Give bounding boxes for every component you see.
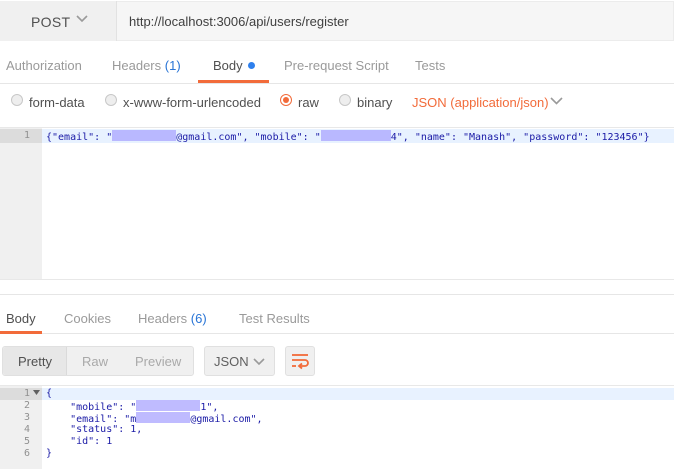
line-number: 1 (23, 130, 30, 141)
response-view-toolbar: Pretty Raw Preview JSON (0, 340, 674, 380)
code-segment: @gmail.com", "mobile": " (176, 132, 321, 143)
radio-binary-label: binary (357, 95, 393, 110)
content-type-dropdown[interactable]: JSON (application/json) (412, 95, 549, 110)
line-number: 1 (23, 388, 30, 399)
tab-response-headers-label: Headers (138, 311, 188, 326)
tab-headers[interactable]: Headers (1) (112, 58, 181, 73)
code-segment: {"email": " (46, 132, 113, 143)
wrap-lines-button[interactable] (285, 346, 315, 376)
redacted-block (136, 412, 191, 423)
view-raw-button[interactable]: Raw (82, 354, 108, 369)
request-body-line: {"email": " @gmail.com", "mobile": " 4", "… (46, 130, 650, 143)
radio-form-data-label: form-data (29, 95, 85, 110)
active-tab-indicator (198, 80, 269, 83)
url-text: http://localhost:3006/api/users/register (129, 14, 349, 29)
radio-raw-label: raw (298, 95, 319, 110)
tab-tests[interactable]: Tests (415, 58, 445, 73)
response-format-dropdown[interactable]: JSON (204, 346, 275, 376)
radio-binary[interactable] (339, 94, 351, 106)
method-dropdown[interactable]: POST (0, 1, 117, 41)
response-line: } (46, 448, 53, 459)
tab-headers-count: (1) (164, 58, 181, 73)
radio-urlencoded-label: x-www-form-urlencoded (123, 95, 261, 110)
response-line: "id": 1 (46, 436, 113, 447)
tab-response-body[interactable]: Body (6, 311, 36, 326)
line-gutter (0, 128, 42, 279)
fold-arrow-icon[interactable] (33, 390, 40, 396)
line-number: 6 (23, 448, 30, 459)
tab-body-label: Body (213, 58, 243, 73)
url-input[interactable]: http://localhost:3006/api/users/register (117, 1, 674, 41)
tab-cookies[interactable]: Cookies (64, 311, 111, 326)
view-mode-segmented-control: Pretty Raw Preview (2, 346, 194, 376)
radio-urlencoded[interactable] (105, 94, 117, 106)
view-pretty-button[interactable]: Pretty (18, 354, 52, 369)
active-line-highlight (42, 388, 674, 400)
line-number: 2 (23, 400, 30, 411)
redacted-block (136, 400, 201, 411)
response-body-viewer[interactable]: 1 2 3 4 5 6 { "mobile": " 1", "email": "m… (0, 385, 674, 469)
request-body-editor[interactable]: 1 {"email": " @gmail.com", "mobile": " 4",… (0, 127, 674, 280)
tab-response-headers-count: (6) (190, 311, 207, 326)
line-number: 5 (23, 436, 30, 447)
tab-authorization[interactable]: Authorization (6, 58, 82, 73)
tab-response-headers[interactable]: Headers (6) (138, 311, 207, 326)
view-preview-button[interactable]: Preview (135, 354, 181, 369)
code-segment: 4", "name": "Manash", "password": "12345… (390, 132, 650, 143)
tab-headers-label: Headers (112, 58, 162, 73)
tab-pre-request-script[interactable]: Pre-request Script (284, 58, 389, 73)
response-tabs: Body Cookies Headers (6) Test Results (0, 294, 674, 334)
request-tabs: Authorization Headers (1) Body Pre-reque… (0, 48, 674, 84)
chevron-down-icon (253, 358, 265, 366)
wrap-lines-icon (292, 354, 309, 370)
response-line: "status": 1, (46, 424, 143, 435)
body-type-selector: form-data x-www-form-urlencoded raw bina… (0, 85, 674, 121)
tab-body[interactable]: Body (213, 58, 255, 73)
redacted-block (112, 130, 177, 141)
response-format-label: JSON (214, 354, 249, 369)
request-url-bar: POST http://localhost:3006/api/users/reg… (0, 0, 674, 42)
tab-test-results[interactable]: Test Results (239, 311, 310, 326)
response-line: { (46, 388, 53, 399)
active-tab-indicator (0, 331, 42, 334)
chevron-down-icon[interactable] (550, 96, 563, 106)
radio-form-data[interactable] (11, 94, 23, 106)
chevron-down-icon (76, 15, 88, 23)
code-segment: @gmail.com", (190, 414, 263, 425)
line-number: 4 (23, 424, 30, 435)
radio-raw[interactable] (280, 94, 292, 106)
redacted-block (320, 130, 391, 141)
method-label: POST (31, 14, 71, 30)
line-number: 3 (23, 412, 30, 423)
modified-dot-icon (247, 62, 255, 69)
